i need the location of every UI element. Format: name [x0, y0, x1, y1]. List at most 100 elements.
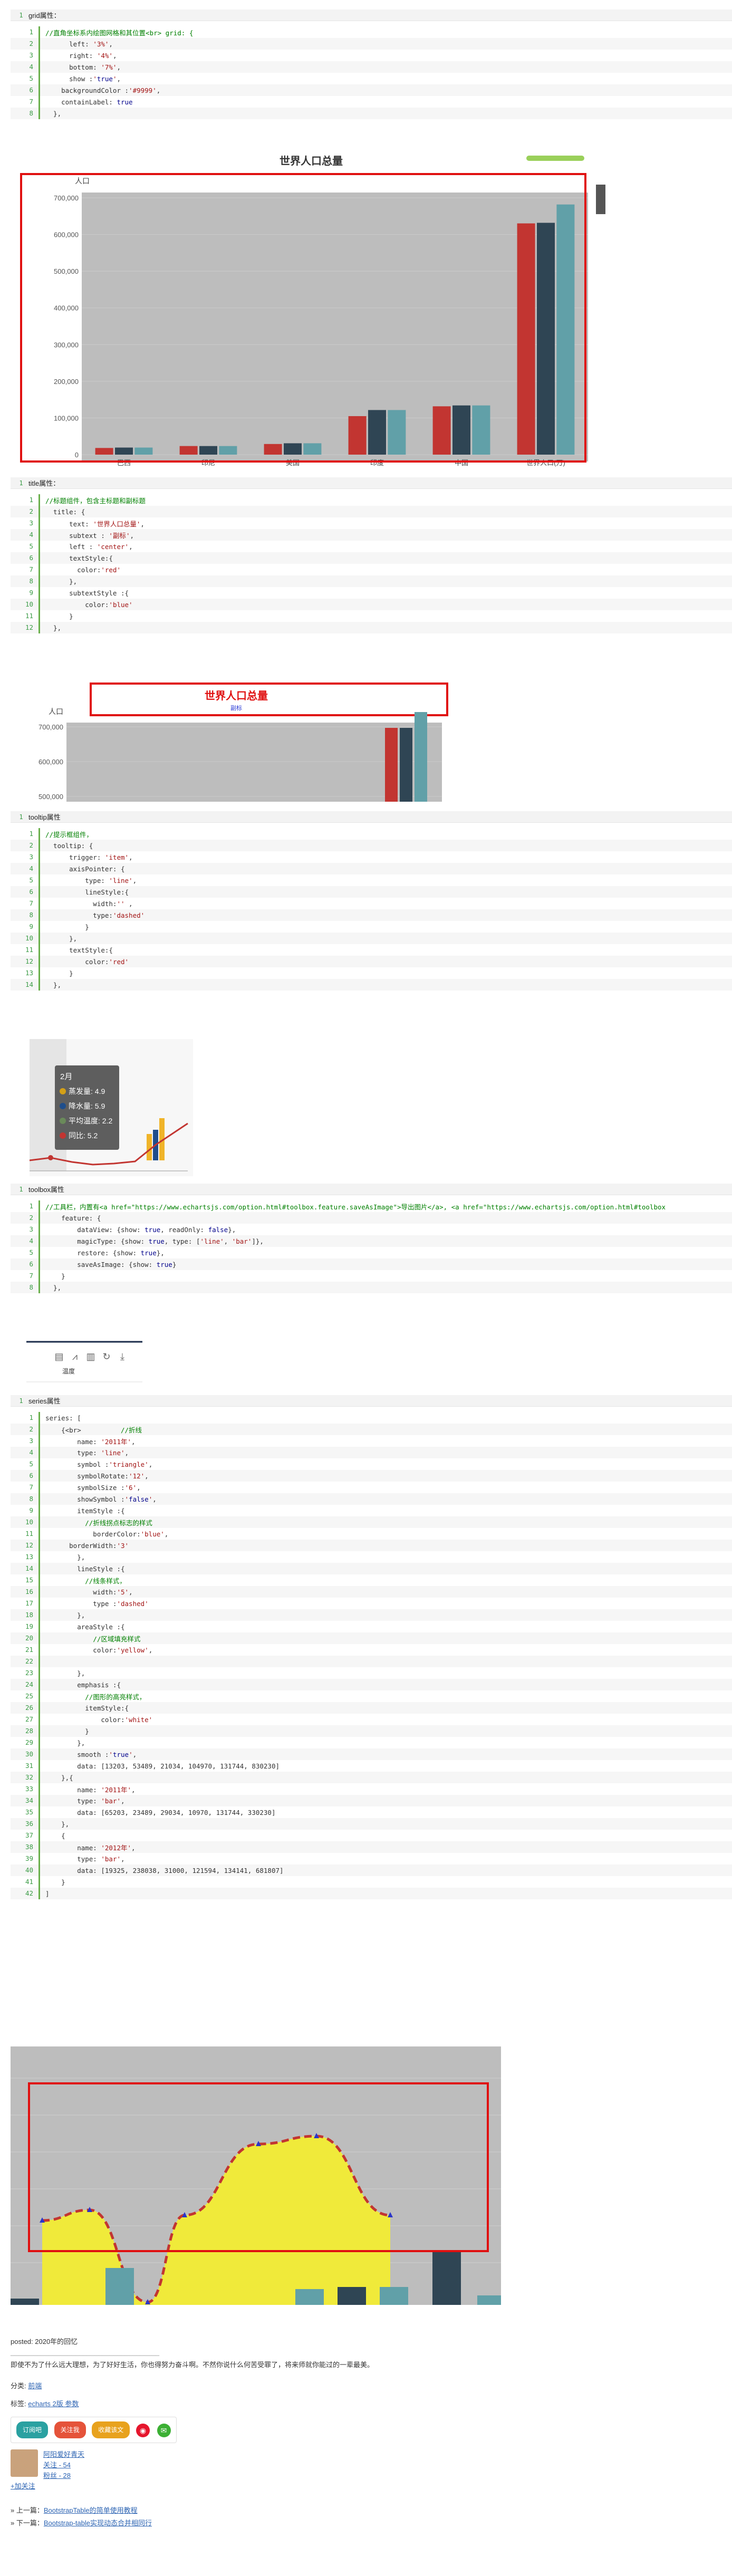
restore-icon[interactable]: ↻: [102, 1351, 110, 1362]
bar: [11, 2299, 39, 2305]
code-line: 37 {: [11, 1830, 732, 1841]
line-number: 19: [11, 1621, 40, 1632]
code-text: saveAsImage: {show: true}: [45, 1260, 177, 1268]
code-line: 11 textStyle:{: [11, 944, 732, 956]
chart-series-example: [11, 2046, 501, 2305]
toolbox-background: [26, 1340, 146, 1387]
code-line: 4 bottom: '7%',: [11, 61, 732, 73]
favorite-button[interactable]: 收藏该文: [92, 2421, 130, 2438]
line-number: 37: [11, 1830, 40, 1841]
code-block-toolbox: 1 toolbox属性 1 //工具栏，内置有<a href="https://www…: [11, 1184, 732, 1293]
weibo-icon[interactable]: ◉: [136, 2423, 150, 2437]
x-tick-label: 印度: [370, 459, 384, 467]
bar-chart-icon[interactable]: ▥: [86, 1351, 95, 1362]
code-text: trigger: 'item',: [45, 853, 133, 861]
data-view-icon[interactable]: ▤: [54, 1351, 63, 1362]
code-line: 4 type: 'line',: [11, 1447, 732, 1458]
line-number: 7: [11, 1270, 40, 1282]
line-number: 12: [11, 622, 40, 633]
tags-link[interactable]: echarts 2版 参数: [28, 2400, 79, 2408]
code-block-title-bar: 1 title属性：: [11, 477, 732, 489]
line-number: 20: [11, 1632, 40, 1644]
code-text: color:'blue': [45, 600, 133, 609]
category-link[interactable]: 前端: [28, 2382, 42, 2390]
y-tick-label: 400,000: [54, 304, 79, 312]
line-number: 31: [11, 1760, 40, 1772]
line-chart-icon[interactable]: ⩘: [72, 1351, 78, 1362]
code-text: textStyle:{: [45, 946, 113, 954]
line-number: 8: [11, 1282, 40, 1293]
code-block-title-bar: 1 grid属性：: [11, 9, 732, 21]
line-number: 1: [11, 1200, 40, 1212]
code-text: feature: {: [45, 1214, 101, 1222]
bar: [380, 2287, 408, 2305]
line-number: 4: [11, 529, 40, 541]
code-line: 2 feature: {: [11, 1212, 732, 1224]
add-follow-link[interactable]: +加关注: [11, 2482, 35, 2490]
code-block-title-bar: 1 series属性: [11, 1395, 732, 1407]
section-heading: toolbox属性: [28, 1186, 64, 1194]
line-number: 36: [11, 1818, 40, 1830]
follow-button[interactable]: 关注我: [54, 2421, 86, 2438]
code-text: name: '2011年',: [45, 1437, 136, 1446]
line-number: 3: [11, 1435, 40, 1447]
line-number: 2: [11, 38, 40, 50]
code-text: }: [45, 612, 73, 620]
bar: [147, 1134, 152, 1160]
code-text: },: [45, 1283, 62, 1292]
code-line: 7 width:'' ,: [11, 898, 732, 909]
bar: [400, 728, 412, 802]
line-number: 35: [11, 1806, 40, 1818]
line-number: 2: [11, 840, 40, 851]
next-post-link[interactable]: Bootstrap-table实现动态合并相同行: [44, 2519, 152, 2527]
code-text: name: '2011年',: [45, 1785, 136, 1794]
bar: [385, 728, 398, 802]
line-number: 22: [11, 1656, 40, 1667]
line-number: 42: [11, 1888, 40, 1899]
bar: [179, 446, 198, 455]
code-text: symbol :'triangle',: [45, 1460, 153, 1468]
code-line: 9 }: [11, 921, 732, 933]
prev-post-link[interactable]: BootstrapTable的简单使用教程: [44, 2506, 138, 2514]
line-number: 6: [11, 1470, 40, 1482]
code-text: name: '2012年',: [45, 1843, 136, 1852]
author-name[interactable]: 阿阳爱好青天: [43, 2450, 84, 2458]
subscribe-button[interactable]: 订阅吧: [16, 2421, 49, 2438]
line-number: 3: [11, 50, 40, 61]
code-text: //折线拐点标志的样式: [85, 1518, 152, 1527]
bar: [432, 406, 451, 455]
code-text: //线条样式，: [85, 1577, 126, 1585]
code-line: 41 }: [11, 1876, 732, 1888]
line-number: 15: [11, 1574, 40, 1586]
line-number: 5: [11, 541, 40, 552]
code-line: 5 show :'true',: [11, 73, 732, 84]
fans-count[interactable]: 粉丝 - 28: [43, 2472, 71, 2479]
line-number: 9: [11, 921, 40, 933]
y-tick-label: 500,000: [38, 793, 63, 801]
code-line: 24 emphasis :{: [11, 1679, 732, 1690]
code-text: data: [19325, 238038, 31000, 121594, 134…: [45, 1866, 284, 1875]
code-text: }: [45, 1272, 65, 1280]
x-tick-label: 世界人口(万): [526, 459, 565, 467]
follow-count[interactable]: 关注 - 54: [43, 2461, 71, 2469]
code-line: 12 },: [11, 622, 732, 633]
wechat-icon[interactable]: ✉: [157, 2423, 171, 2437]
code-line: 10 },: [11, 933, 732, 944]
code-line: 8 type:'dashed': [11, 909, 732, 921]
avatar[interactable]: [11, 2449, 38, 2477]
line-number: 5: [11, 1458, 40, 1470]
code-text: type: 'bar',: [45, 1854, 125, 1863]
code-text: type:'dashed': [45, 911, 145, 919]
code-text: tooltip: {: [45, 841, 93, 850]
code-line: 5 left : 'center',: [11, 541, 732, 552]
y-axis-label: 人口: [75, 177, 90, 185]
line-number: 27: [11, 1714, 40, 1725]
title-outline: [90, 683, 448, 716]
y-tick-label: 700,000: [38, 723, 63, 731]
line-number: 5: [11, 1247, 40, 1258]
download-icon[interactable]: ⤓: [120, 1351, 124, 1362]
x-tick-label: 巴西: [117, 459, 131, 467]
code-text: },: [45, 1669, 85, 1677]
code-text: }: [45, 969, 73, 977]
bar: [432, 2252, 461, 2305]
